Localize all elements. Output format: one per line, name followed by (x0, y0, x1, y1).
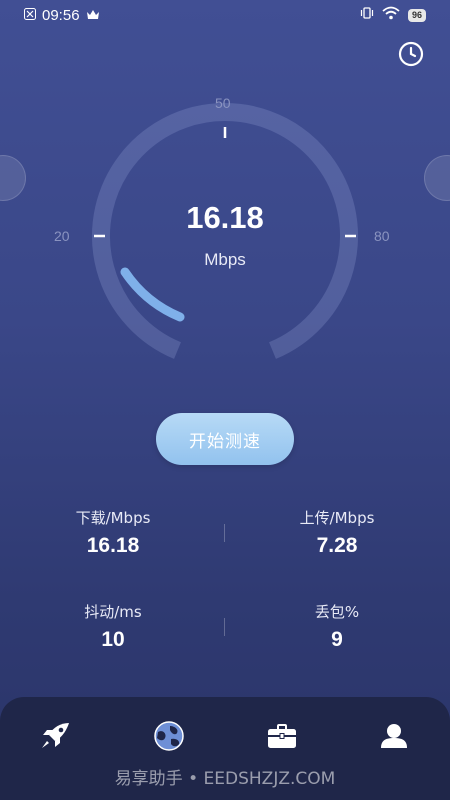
scale-label-top: 50 (215, 95, 231, 111)
jitter-label: 抖动/ms (84, 603, 142, 621)
stat-divider (224, 524, 225, 542)
upload-stat: 上传/Mbps 7.28 (262, 507, 412, 558)
briefcase-icon (267, 723, 297, 754)
wifi-icon (382, 6, 400, 24)
upload-value: 7.28 (316, 534, 358, 557)
crown-icon (86, 7, 100, 24)
nav-item-speedtest[interactable] (36, 721, 76, 756)
bottom-nav: 易享助手 • EEDSHZJZ.COM (0, 697, 450, 800)
clock-icon (398, 41, 424, 72)
packet-loss-stat: 丢包% 9 (262, 601, 412, 652)
history-button[interactable] (397, 41, 425, 72)
nav-item-tools[interactable] (262, 723, 302, 753)
download-label: 下载/Mbps (75, 509, 151, 527)
rocket-icon (39, 721, 73, 756)
start-test-button[interactable]: 开始测速 (156, 413, 294, 465)
notification-icon (24, 7, 36, 24)
packet-loss-label: 丢包% (314, 603, 360, 621)
download-value: 16.18 (86, 534, 140, 557)
battery-indicator: 96 (407, 8, 426, 22)
status-left: 09:56 (24, 7, 100, 24)
watermark: 易享助手 • EEDSHZJZ.COM (114, 769, 336, 789)
stat-divider (224, 618, 225, 636)
nav-item-profile[interactable] (374, 723, 414, 753)
vibrate-icon (360, 6, 374, 24)
nav-item-network[interactable] (149, 720, 189, 753)
status-bar: 09:56 96 (0, 0, 450, 30)
speed-unit: Mbps (204, 250, 246, 269)
jitter-stat: 抖动/ms 10 (38, 601, 188, 652)
status-right: 96 (360, 6, 426, 24)
speed-gauge: 50 20 80 16.18 Mbps (54, 90, 390, 370)
packet-loss-value: 9 (331, 628, 343, 651)
left-decoration (0, 155, 26, 201)
status-time: 09:56 (42, 6, 80, 24)
globe-icon (153, 720, 185, 757)
right-decoration (424, 155, 450, 201)
download-stat: 下载/Mbps 16.18 (38, 507, 188, 558)
user-icon (380, 723, 408, 754)
upload-label: 上传/Mbps (299, 509, 375, 527)
jitter-value: 10 (101, 628, 125, 651)
current-speed: 16.18 (186, 200, 264, 235)
